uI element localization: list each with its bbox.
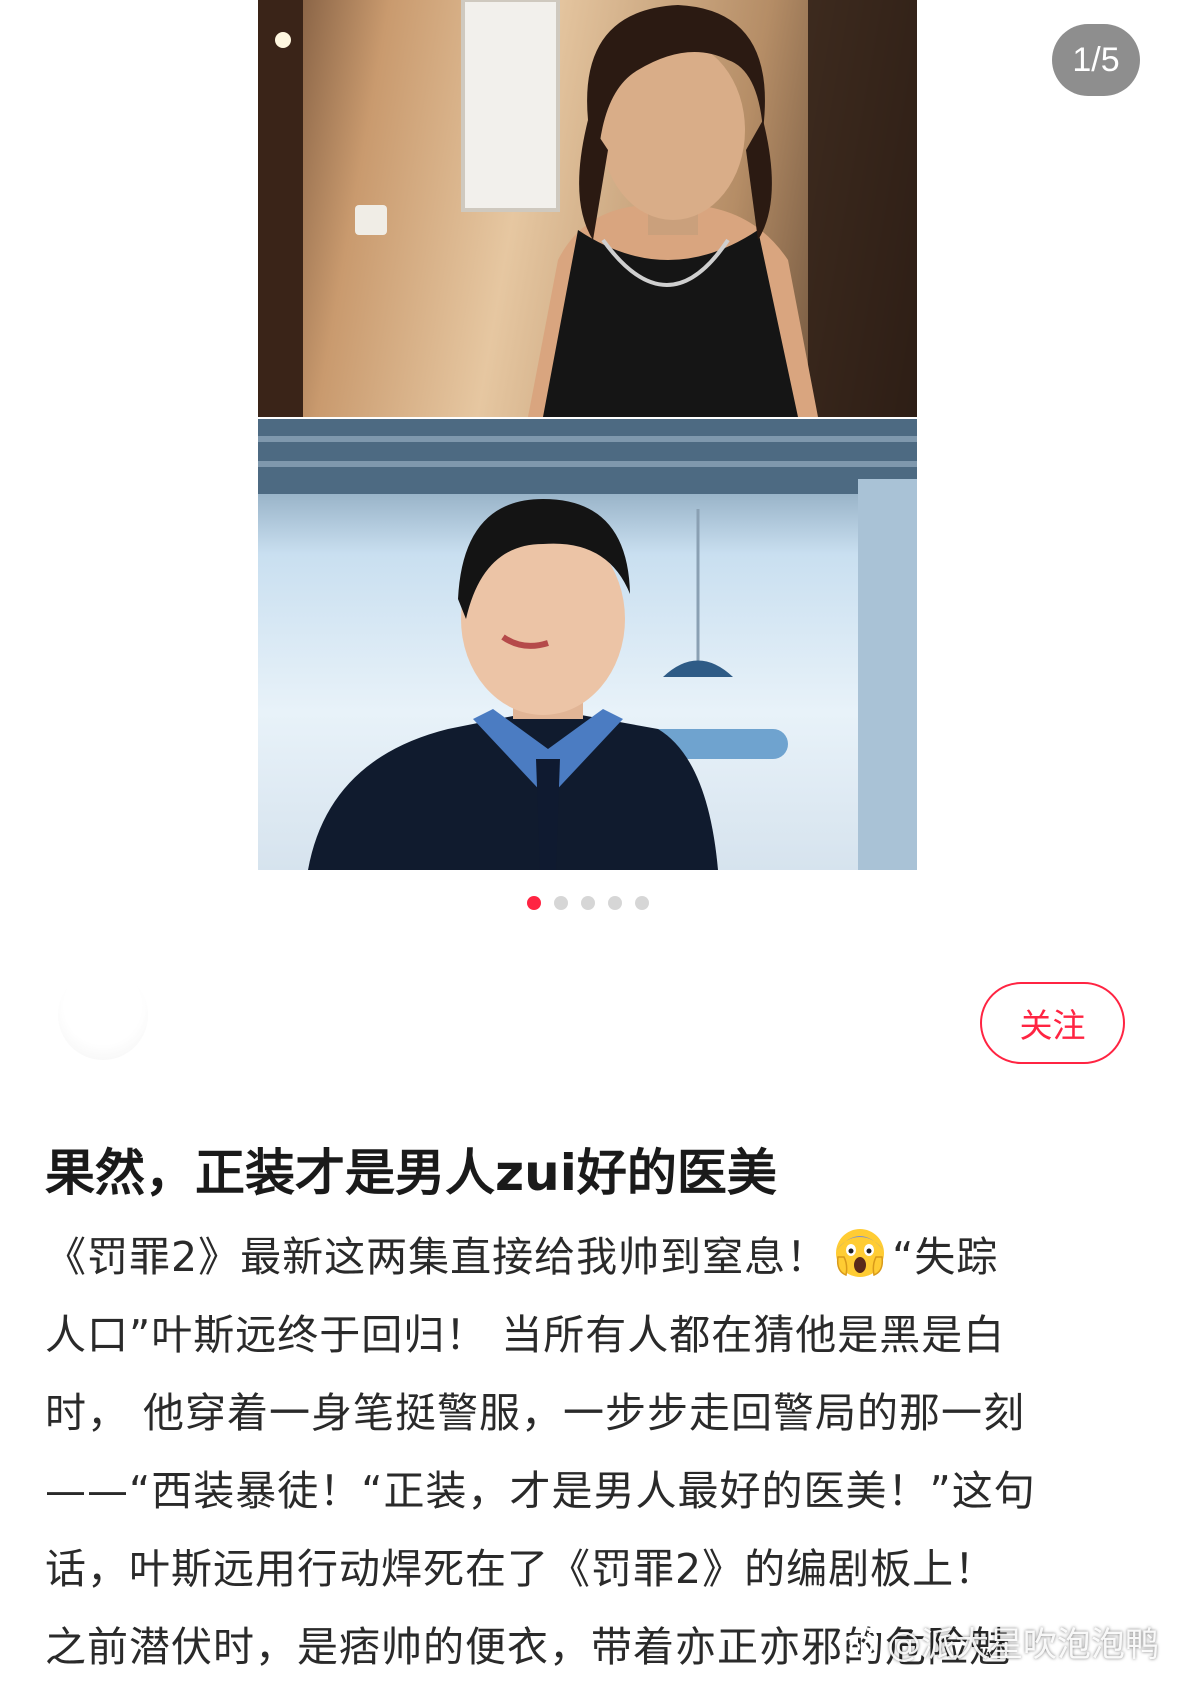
post-body-line: ——“西装暴徒！“正装，才是男人最好的医美！”这句 <box>45 1467 1036 1515</box>
carousel-dot-2[interactable] <box>554 896 568 910</box>
page-counter: 1/5 <box>1052 24 1140 96</box>
post-body-text: “失踪 <box>892 1233 999 1281</box>
post-title: 果然，正装才是男人zui好的医美 <box>45 1144 777 1202</box>
carousel-dot-5[interactable] <box>635 896 649 910</box>
post-body-line: 时， 他穿着一身笔挺警服，一步步走回警局的那一刻 <box>45 1389 1026 1437</box>
man-in-tank-top-illustration <box>258 0 917 417</box>
post-body: 《罚罪2》最新这两集直接给我帅到窒息！ “失踪 人口”叶斯远终于回归！ 当所有人都… <box>45 1218 1135 1686</box>
post-body-line: 人口”叶斯远终于回归！ 当所有人都在猜他是黑是白 <box>45 1311 1006 1359</box>
gallery-image-top[interactable] <box>258 0 917 417</box>
post-body-line: 话，叶斯远用行动焊死在了《罚罪2》的编剧板上！ <box>45 1545 997 1593</box>
screaming-face-emoji-icon <box>836 1229 885 1277</box>
watermark: @派大星吹泡泡鸭 <box>839 1617 1159 1666</box>
weibo-logo-icon <box>840 1627 878 1657</box>
carousel-dot-4[interactable] <box>608 896 622 910</box>
image-gallery[interactable]: 1/5 <box>0 0 1179 910</box>
carousel-dot-1[interactable] <box>527 896 541 910</box>
follow-button[interactable]: 关注 <box>980 982 1125 1064</box>
watermark-text: @派大星吹泡泡鸭 <box>887 1625 1159 1665</box>
avatar[interactable] <box>58 970 148 1060</box>
post-body-text: 《罚罪2》最新这两集直接给我帅到窒息！ <box>45 1233 829 1281</box>
post-body-line: 《罚罪2》最新这两集直接给我帅到窒息！ “失踪 <box>45 1218 1135 1296</box>
carousel-indicator[interactable] <box>527 896 649 910</box>
author-row: 关注 <box>0 960 1179 1080</box>
carousel-dot-3[interactable] <box>581 896 595 910</box>
police-officer-illustration <box>258 419 917 870</box>
gallery-image-bottom[interactable] <box>258 419 917 870</box>
